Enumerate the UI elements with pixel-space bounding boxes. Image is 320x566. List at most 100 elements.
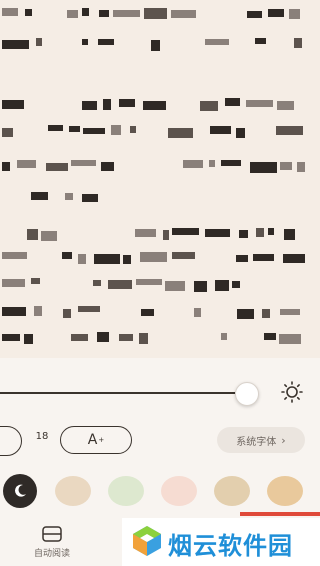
- sun-icon[interactable]: [280, 380, 304, 404]
- obscured-glyph: [246, 100, 273, 107]
- obscured-glyph: [83, 128, 105, 134]
- obscured-glyph: [69, 126, 80, 132]
- obscured-glyph: [24, 334, 33, 344]
- font-decrease-button[interactable]: [0, 426, 22, 456]
- font-face-label: 系统字体: [236, 436, 277, 448]
- obscured-glyph: [93, 280, 101, 286]
- obscured-glyph: [130, 126, 136, 133]
- theme-swatch-sand[interactable]: [55, 476, 91, 506]
- obscured-glyph: [2, 334, 20, 341]
- watermark-text: 烟云软件园: [168, 532, 293, 560]
- obscured-glyph: [215, 280, 229, 291]
- obscured-glyph: [239, 230, 248, 238]
- obscured-glyph: [108, 280, 132, 289]
- obscured-glyph: [276, 126, 303, 135]
- obscured-glyph: [63, 309, 71, 318]
- obscured-glyph: [205, 229, 230, 237]
- obscured-glyph: [82, 39, 88, 45]
- obscured-glyph: [172, 228, 199, 235]
- auto-read-button[interactable]: 自动阅读: [24, 526, 80, 566]
- obscured-glyph: [232, 281, 240, 288]
- theme-swatch-pink[interactable]: [161, 476, 197, 506]
- obscured-glyph: [2, 128, 13, 137]
- obscured-glyph: [268, 9, 284, 17]
- obscured-glyph: [140, 252, 167, 262]
- obscured-glyph: [168, 128, 193, 138]
- obscured-glyph: [297, 162, 305, 172]
- obscured-glyph: [65, 193, 73, 200]
- obscured-glyph: [283, 254, 305, 263]
- brightness-slider[interactable]: [0, 392, 235, 394]
- obscured-glyph: [27, 229, 38, 240]
- auto-read-label: 自动阅读: [33, 549, 70, 559]
- obscured-glyph: [194, 281, 207, 292]
- obscured-glyph: [2, 307, 26, 316]
- obscured-glyph: [183, 160, 203, 168]
- obscured-glyph: [209, 160, 215, 167]
- obscured-glyph: [253, 254, 274, 261]
- obscured-glyph: [119, 334, 133, 341]
- font-face-button[interactable]: 系统字体 ›: [217, 427, 305, 453]
- watermark-accent-bar: [240, 512, 320, 516]
- obscured-glyph: [71, 160, 96, 166]
- obscured-glyph: [119, 99, 135, 107]
- obscured-glyph: [221, 333, 227, 340]
- obscured-glyph: [194, 308, 201, 317]
- obscured-glyph: [277, 101, 294, 110]
- watermark-logo-icon: [133, 526, 161, 556]
- font-size-value: 18: [35, 431, 49, 442]
- font-increase-sup: +: [98, 436, 105, 444]
- obscured-glyph: [247, 11, 262, 18]
- theme-swatch-tan[interactable]: [214, 476, 250, 506]
- obscured-glyph: [25, 9, 32, 16]
- obscured-glyph: [171, 10, 196, 18]
- obscured-glyph: [210, 126, 231, 134]
- obscured-glyph: [67, 10, 78, 18]
- obscured-glyph: [256, 228, 264, 237]
- obscured-glyph: [82, 194, 98, 202]
- theme-swatch-amber[interactable]: [267, 476, 303, 506]
- obscured-glyph: [2, 100, 24, 109]
- theme-swatch-night[interactable]: [3, 474, 37, 508]
- obscured-glyph: [36, 38, 42, 46]
- obscured-glyph: [2, 252, 27, 259]
- obscured-glyph: [2, 8, 18, 16]
- obscured-glyph: [221, 160, 241, 166]
- obscured-glyph: [94, 254, 120, 264]
- theme-swatch-green[interactable]: [108, 476, 144, 506]
- obscured-glyph: [264, 333, 276, 340]
- auto-read-icon: [42, 526, 62, 542]
- obscured-glyph: [151, 40, 160, 51]
- obscured-glyph: [284, 229, 295, 240]
- obscured-glyph: [268, 228, 274, 235]
- obscured-glyph: [48, 125, 63, 131]
- obscured-glyph: [34, 306, 42, 316]
- obscured-glyph: [139, 333, 148, 344]
- brightness-slider-thumb[interactable]: [235, 382, 259, 406]
- obscured-glyph: [165, 281, 185, 291]
- obscured-glyph: [250, 162, 277, 173]
- obscured-glyph: [280, 162, 292, 170]
- obscured-glyph: [62, 252, 72, 259]
- obscured-glyph: [98, 39, 114, 45]
- obscured-glyph: [163, 230, 169, 240]
- obscured-glyph: [99, 10, 109, 17]
- obscured-glyph: [31, 192, 48, 200]
- obscured-glyph: [2, 279, 25, 287]
- reading-content[interactable]: [0, 0, 320, 358]
- obscured-glyph: [141, 309, 154, 316]
- obscured-glyph: [82, 101, 97, 110]
- font-increase-label: A: [87, 432, 98, 448]
- obscured-glyph: [136, 279, 162, 285]
- obscured-glyph: [289, 9, 300, 19]
- obscured-glyph: [135, 229, 156, 237]
- obscured-glyph: [2, 162, 10, 171]
- obscured-glyph: [113, 10, 140, 17]
- obscured-glyph: [172, 252, 195, 259]
- obscured-glyph: [103, 99, 111, 110]
- obscured-glyph: [101, 162, 114, 171]
- chevron-right-icon: ›: [281, 433, 286, 447]
- obscured-glyph: [262, 309, 270, 318]
- font-increase-button[interactable]: A +: [60, 426, 132, 454]
- obscured-glyph: [237, 309, 254, 319]
